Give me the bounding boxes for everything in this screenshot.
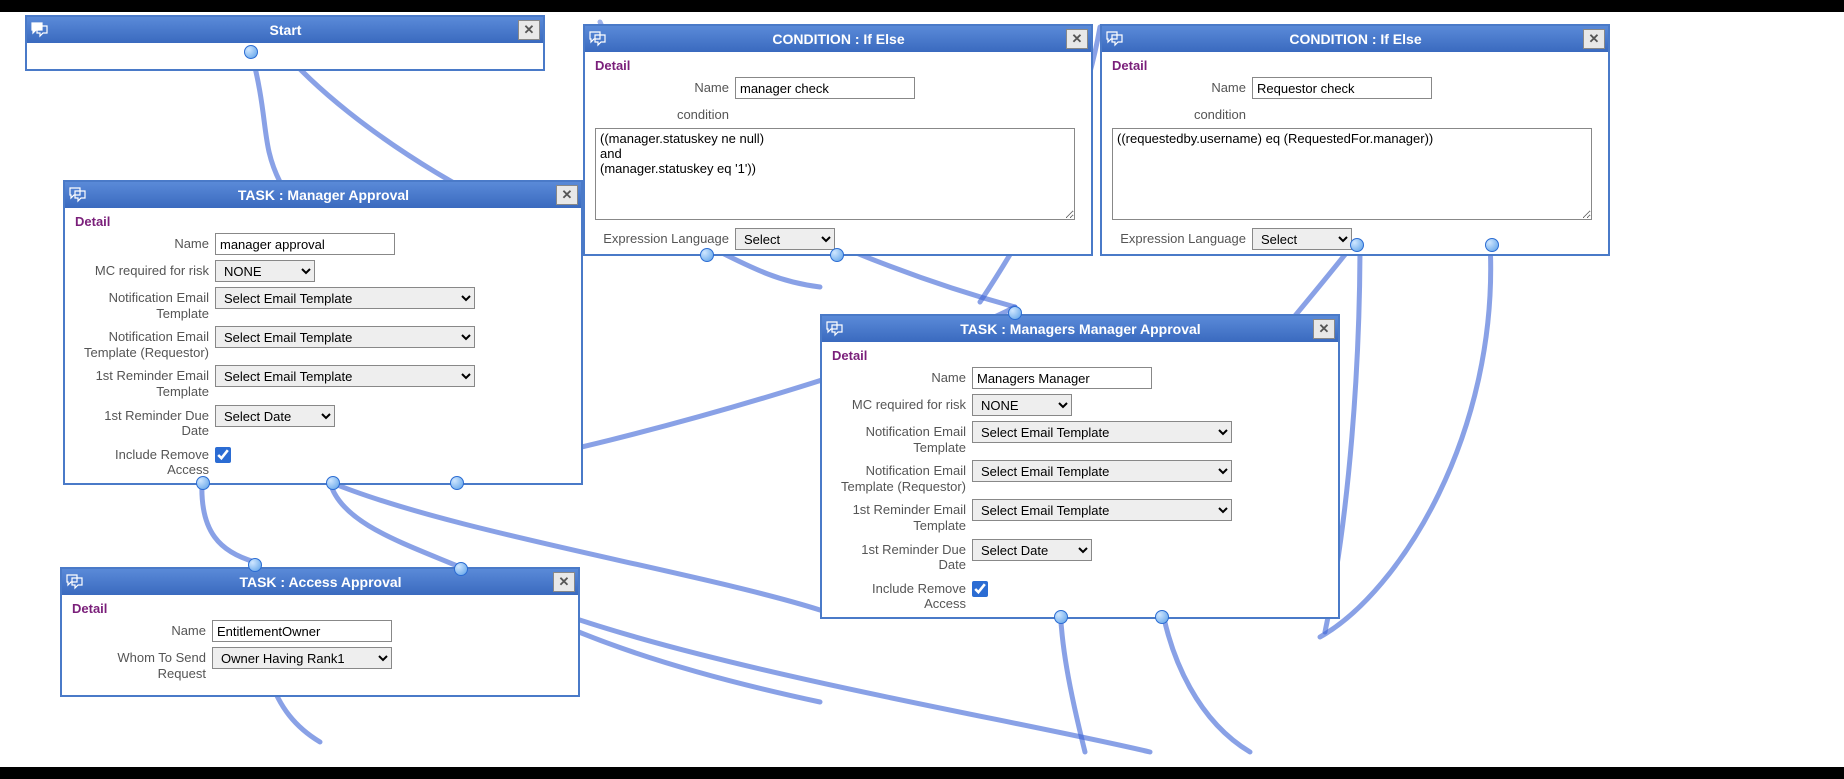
label-notification-template: Notification Email Template — [832, 421, 972, 455]
label-mc-risk: MC required for risk — [75, 260, 215, 279]
workflow-canvas[interactable]: Start ✕ CONDITION : If Else ✕ Detail Nam… — [0, 12, 1844, 767]
node-task-managers-manager-approval[interactable]: TASK : Managers Manager Approval ✕ Detai… — [820, 314, 1340, 619]
node-condition-manager-check[interactable]: CONDITION : If Else ✕ Detail Name condit… — [583, 24, 1093, 256]
port[interactable] — [1485, 238, 1499, 252]
close-icon[interactable]: ✕ — [1313, 319, 1335, 339]
close-icon[interactable]: ✕ — [556, 185, 578, 205]
label-condition: condition — [595, 104, 735, 123]
node-title: TASK : Managers Manager Approval — [848, 321, 1313, 337]
input-name[interactable] — [215, 233, 395, 255]
close-icon[interactable]: ✕ — [518, 20, 540, 40]
port[interactable] — [700, 248, 714, 262]
checkbox-include-remove-access[interactable] — [215, 447, 231, 463]
select-whom-to-send[interactable]: Owner Having Rank1 — [212, 647, 392, 669]
close-icon[interactable]: ✕ — [553, 572, 575, 592]
select-expression-language[interactable]: Select — [735, 228, 835, 250]
select-notification-template[interactable]: Select Email Template — [972, 421, 1232, 443]
port[interactable] — [830, 248, 844, 262]
chat-icon — [1102, 26, 1128, 52]
label-name: Name — [75, 233, 215, 252]
select-mc-risk[interactable]: NONE — [215, 260, 315, 282]
textarea-condition[interactable]: ((manager.statuskey ne null) and (manage… — [595, 128, 1075, 220]
detail-heading: Detail — [832, 348, 1328, 363]
label-reminder-due-date: 1st Reminder Due Date — [75, 405, 215, 439]
label-expression-language: Expression Language — [595, 228, 735, 247]
letterbox-top — [0, 0, 1844, 12]
port[interactable] — [326, 476, 340, 490]
input-name[interactable] — [212, 620, 392, 642]
chat-icon — [62, 569, 88, 595]
select-reminder-due-date[interactable]: Select Date — [215, 405, 335, 427]
label-notification-template-requestor: Notification Email Template (Requestor) — [832, 460, 972, 494]
node-title: CONDITION : If Else — [611, 31, 1066, 47]
label-include-remove-access: Include Remove Access — [832, 578, 972, 612]
node-title: CONDITION : If Else — [1128, 31, 1583, 47]
node-title: TASK : Manager Approval — [91, 187, 556, 203]
port[interactable] — [1008, 306, 1022, 320]
port[interactable] — [248, 558, 262, 572]
port[interactable] — [244, 45, 258, 59]
port[interactable] — [1350, 238, 1364, 252]
label-expression-language: Expression Language — [1112, 228, 1252, 247]
chat-icon — [585, 26, 611, 52]
select-notification-template-requestor[interactable]: Select Email Template — [972, 460, 1232, 482]
label-mc-risk: MC required for risk — [832, 394, 972, 413]
select-expression-language[interactable]: Select — [1252, 228, 1352, 250]
select-notification-template-requestor[interactable]: Select Email Template — [215, 326, 475, 348]
detail-heading: Detail — [1112, 58, 1598, 73]
node-start[interactable]: Start ✕ — [25, 15, 545, 71]
chat-icon — [65, 182, 91, 208]
input-name[interactable] — [735, 77, 915, 99]
textarea-condition[interactable]: ((requestedby.username) eq (RequestedFor… — [1112, 128, 1592, 220]
input-name[interactable] — [1252, 77, 1432, 99]
close-icon[interactable]: ✕ — [1066, 29, 1088, 49]
select-mc-risk[interactable]: NONE — [972, 394, 1072, 416]
select-reminder-template[interactable]: Select Email Template — [972, 499, 1232, 521]
letterbox-bottom — [0, 767, 1844, 779]
port[interactable] — [1155, 610, 1169, 624]
select-notification-template[interactable]: Select Email Template — [215, 287, 475, 309]
chat-icon — [27, 17, 53, 43]
label-whom-to-send: Whom To Send Request — [72, 647, 212, 681]
close-icon[interactable]: ✕ — [1583, 29, 1605, 49]
chat-icon — [822, 316, 848, 342]
label-notification-template: Notification Email Template — [75, 287, 215, 321]
select-reminder-template[interactable]: Select Email Template — [215, 365, 475, 387]
detail-heading: Detail — [595, 58, 1081, 73]
node-title: TASK : Access Approval — [88, 574, 553, 590]
input-name[interactable] — [972, 367, 1152, 389]
port[interactable] — [1054, 610, 1068, 624]
label-reminder-due-date: 1st Reminder Due Date — [832, 539, 972, 573]
select-reminder-due-date[interactable]: Select Date — [972, 539, 1092, 561]
detail-heading: Detail — [72, 601, 568, 616]
label-include-remove-access: Include Remove Access — [75, 444, 215, 478]
label-name: Name — [595, 77, 735, 96]
label-notification-template-requestor: Notification Email Template (Requestor) — [75, 326, 215, 360]
node-task-access-approval[interactable]: TASK : Access Approval ✕ Detail Name Who… — [60, 567, 580, 697]
label-reminder-template: 1st Reminder Email Template — [75, 365, 215, 399]
label-name: Name — [1112, 77, 1252, 96]
label-reminder-template: 1st Reminder Email Template — [832, 499, 972, 533]
detail-heading: Detail — [75, 214, 571, 229]
node-condition-requestor-check[interactable]: CONDITION : If Else ✕ Detail Name condit… — [1100, 24, 1610, 256]
label-condition: condition — [1112, 104, 1252, 123]
port[interactable] — [196, 476, 210, 490]
node-task-manager-approval[interactable]: TASK : Manager Approval ✕ Detail Name MC… — [63, 180, 583, 485]
port[interactable] — [454, 562, 468, 576]
port[interactable] — [450, 476, 464, 490]
checkbox-include-remove-access[interactable] — [972, 581, 988, 597]
label-name: Name — [72, 620, 212, 639]
label-name: Name — [832, 367, 972, 386]
node-title: Start — [53, 22, 518, 38]
